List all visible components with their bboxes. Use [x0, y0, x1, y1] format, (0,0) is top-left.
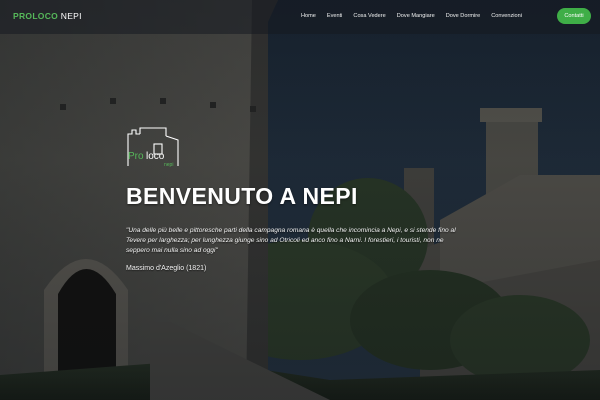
nav-link-dove-dormire[interactable]: Dove Dormire — [446, 13, 481, 19]
nav-link-home[interactable]: Home — [301, 13, 316, 19]
brand-proloco: PROLOCO — [13, 11, 59, 21]
nav-link-eventi[interactable]: Eventi — [327, 13, 343, 19]
logo-nepi: nepi — [164, 162, 173, 168]
logo-pro: Pro — [128, 151, 144, 162]
nav-link-convenzioni[interactable]: Convenzioni — [491, 13, 522, 19]
contatti-button[interactable]: Contatti — [557, 8, 591, 24]
navbar: PROLOCO NEPI Home Eventi Cosa Vedere Dov… — [0, 0, 600, 34]
brand-nepi: NEPI — [60, 11, 82, 21]
castle-logo-icon: Pro loco nepi — [126, 126, 182, 168]
nav-links: Home Eventi Cosa Vedere Dove Mangiare Do… — [290, 13, 522, 19]
quote-author: Massimo d'Azeglio (1821) — [126, 265, 207, 272]
page-title: BENVENUTO A NEPI — [126, 183, 358, 209]
nav-link-cosa-vedere[interactable]: Cosa Vedere — [353, 13, 385, 19]
hero-quote: "Una delle più belle e pittoresche parti… — [126, 227, 456, 254]
nav-link-dove-mangiare[interactable]: Dove Mangiare — [397, 13, 435, 19]
logo-loco: loco — [146, 151, 165, 162]
brand-logo-text[interactable]: PROLOCO NEPI — [13, 11, 82, 21]
